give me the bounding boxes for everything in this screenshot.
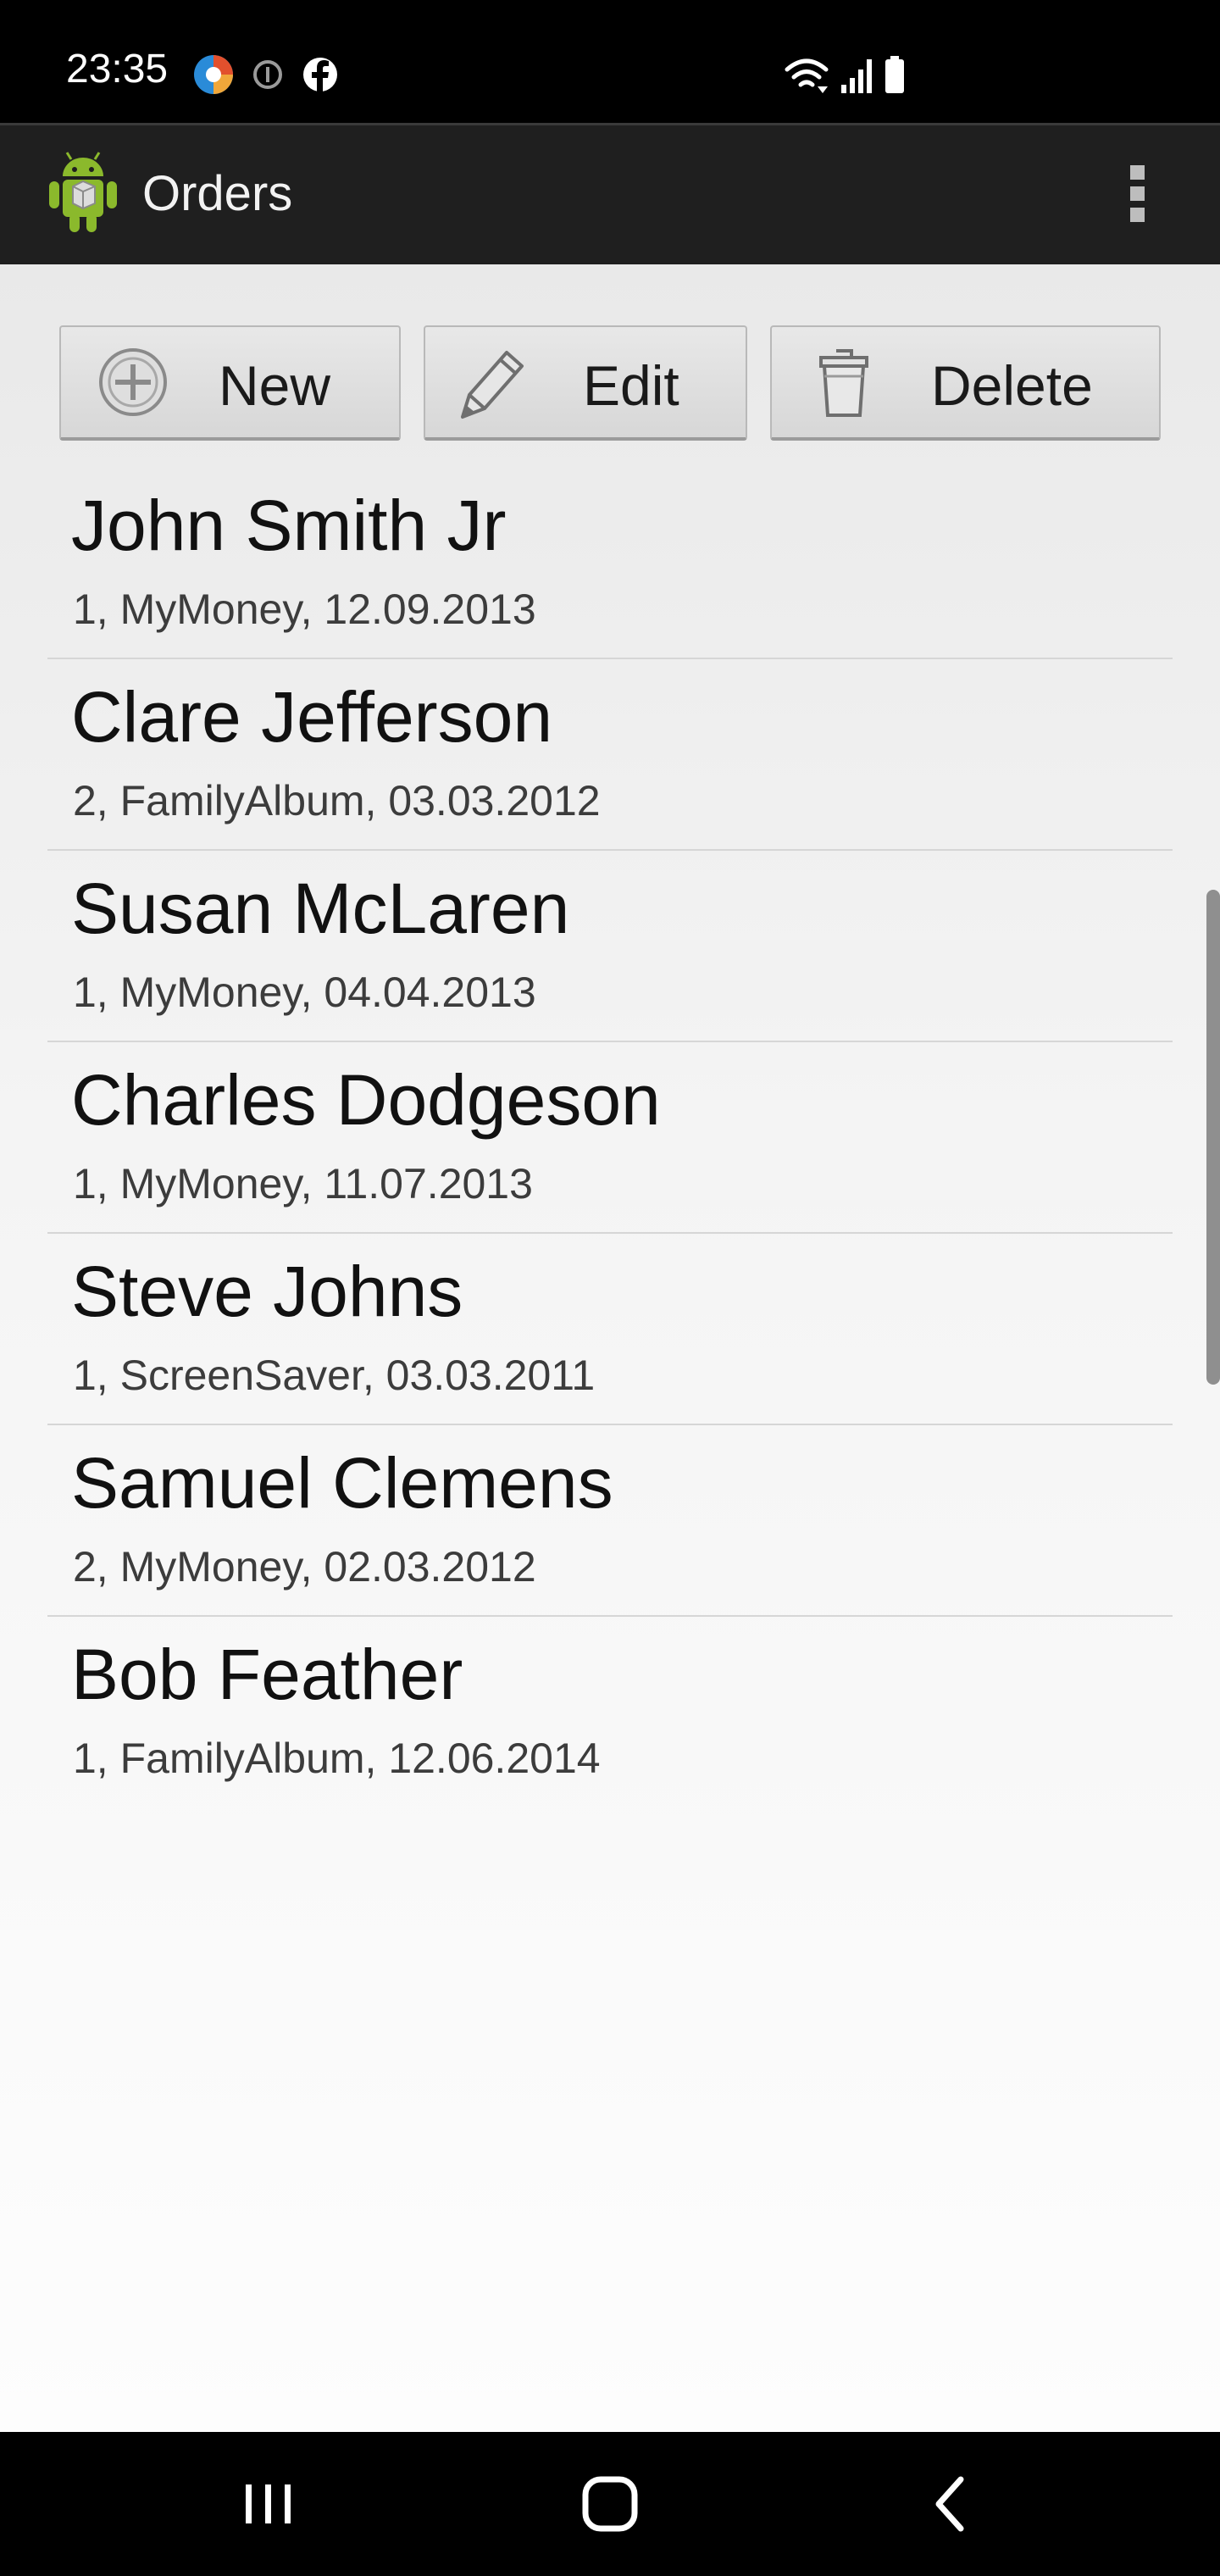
app-bar: Orders: [0, 123, 1220, 276]
list-item[interactable]: Samuel Clemens 2, MyMoney, 02.03.2012: [47, 1425, 1173, 1617]
delete-button[interactable]: Delete: [770, 325, 1161, 441]
order-details: 1, FamilyAlbum, 12.06.2014: [73, 1735, 601, 1782]
wifi-icon: [785, 58, 829, 87]
navigation-bar: [0, 2432, 1220, 2576]
list-item[interactable]: Clare Jefferson 2, FamilyAlbum, 03.03.20…: [47, 659, 1173, 851]
order-customer-name: Charles Dodgeson: [71, 1060, 661, 1140]
edit-button-label: Edit: [583, 354, 679, 417]
order-customer-name: Steve Johns: [71, 1252, 463, 1331]
order-customer-name: Clare Jefferson: [71, 677, 553, 757]
order-details: 2, MyMoney, 02.03.2012: [73, 1543, 536, 1591]
order-details: 1, MyMoney, 11.07.2013: [73, 1160, 533, 1208]
order-customer-name: Samuel Clemens: [71, 1443, 613, 1523]
signal-icon: [841, 59, 872, 93]
order-customer-name: Susan McLaren: [71, 869, 570, 948]
order-details: 2, FamilyAlbum, 03.03.2012: [73, 777, 601, 824]
trash-icon: [819, 349, 868, 417]
orders-content: New Edit Delete John Smith Jr 1, MyMoney…: [0, 264, 1220, 2432]
app-title: Orders: [142, 166, 293, 221]
list-item[interactable]: Bob Feather 1, FamilyAlbum, 12.06.2014: [47, 1617, 1173, 1808]
status-time: 23:35: [66, 47, 169, 92]
new-button[interactable]: New: [59, 325, 401, 441]
recents-icon[interactable]: [230, 2466, 307, 2542]
list-item[interactable]: John Smith Jr 1, MyMoney, 12.09.2013: [47, 468, 1173, 659]
delete-button-label: Delete: [931, 354, 1093, 417]
pencil-icon: [461, 351, 524, 419]
android-icon[interactable]: [44, 151, 122, 236]
list-item[interactable]: Susan McLaren 1, MyMoney, 04.04.2013: [47, 851, 1173, 1042]
battery-icon: [885, 56, 904, 93]
order-customer-name: Bob Feather: [71, 1635, 463, 1714]
scrollbar-thumb[interactable]: [1206, 890, 1220, 1385]
browser-icon: [194, 55, 233, 94]
home-icon[interactable]: [572, 2466, 648, 2542]
order-details: 1, MyMoney, 12.09.2013: [73, 586, 536, 633]
info-icon: [253, 60, 282, 89]
status-bar: 23:35: [0, 0, 1220, 123]
orders-list: John Smith Jr 1, MyMoney, 12.09.2013 Cla…: [0, 468, 1220, 1808]
order-customer-name: John Smith Jr: [71, 486, 507, 565]
edit-button[interactable]: Edit: [424, 325, 747, 441]
facebook-icon: [303, 58, 337, 92]
back-icon[interactable]: [913, 2466, 990, 2542]
overflow-menu-icon[interactable]: [1118, 159, 1156, 230]
list-item[interactable]: Steve Johns 1, ScreenSaver, 03.03.2011: [47, 1234, 1173, 1425]
order-details: 1, ScreenSaver, 03.03.2011: [73, 1352, 596, 1399]
new-button-label: New: [219, 354, 331, 417]
order-details: 1, MyMoney, 04.04.2013: [73, 969, 536, 1016]
status-app-icons: [194, 55, 337, 94]
add-circle-icon: [99, 348, 167, 416]
list-item[interactable]: Charles Dodgeson 1, MyMoney, 11.07.2013: [47, 1042, 1173, 1234]
status-system-icons: [785, 56, 904, 93]
